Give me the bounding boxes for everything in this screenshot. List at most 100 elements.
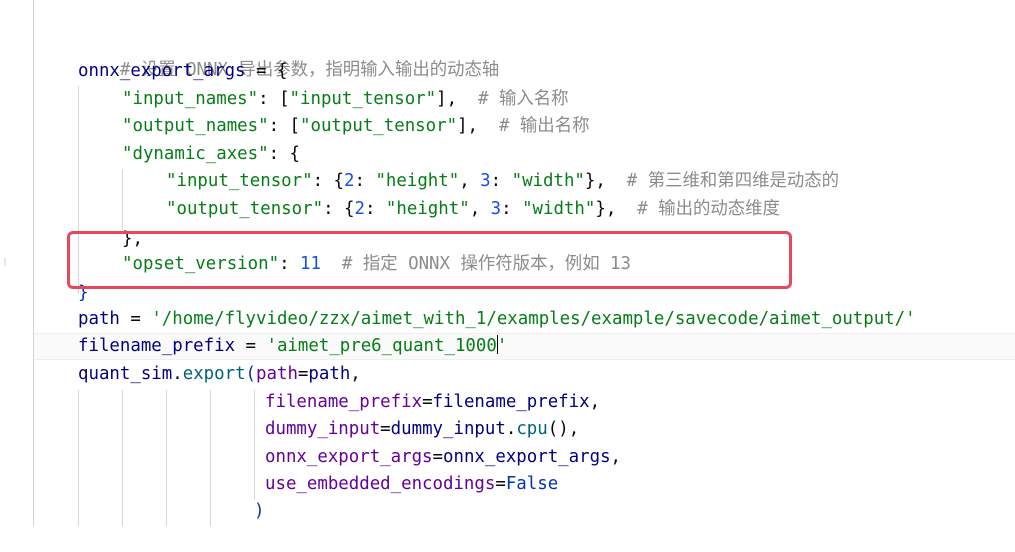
separator: : — [364, 199, 386, 219]
code-line-14[interactable]: filename_prefix=filename_prefix, — [265, 389, 600, 416]
param-name: filename_prefix — [265, 392, 423, 412]
editor-bottom-margin — [0, 526, 1015, 552]
variable-name: path — [78, 309, 120, 329]
separator: : — [279, 254, 301, 274]
string-value: '/home/flyvideo/zzx/aimet_with_1/example… — [151, 309, 916, 329]
param-name: dummy_input — [265, 419, 381, 439]
code-line-16[interactable]: onnx_export_args=onnx_export_args, — [265, 444, 621, 471]
comma: , — [350, 364, 361, 384]
indent-guide — [210, 390, 211, 526]
separator: : — [354, 171, 376, 191]
indent-guide — [166, 390, 167, 526]
param-name: onnx_export_args — [265, 447, 433, 467]
string-value: "width" — [522, 199, 596, 219]
open-paren: ( — [245, 364, 257, 384]
separator: : — [501, 199, 523, 219]
argument-value: path — [308, 364, 351, 384]
call-parens: () — [547, 419, 569, 439]
code-line-4[interactable]: "output_names": ["output_tensor"], # 输出名… — [122, 113, 589, 140]
number-literal: 11 — [300, 254, 321, 274]
indent-guide — [78, 390, 79, 526]
code-line-17[interactable]: use_embedded_encodings=False — [265, 471, 558, 498]
fold-edge-mark — [4, 258, 6, 266]
operator: = — [432, 447, 444, 467]
number-literal: 2 — [344, 171, 355, 191]
operator: = { — [245, 61, 288, 81]
closing-brace: } — [78, 283, 89, 303]
separator: ], — [457, 116, 499, 136]
code-line-2[interactable]: onnx_export_args = { — [78, 58, 287, 85]
code-line-8[interactable]: }, — [122, 226, 143, 253]
string-value: "output_tensor" — [300, 116, 458, 136]
keyword-literal: False — [505, 474, 559, 494]
code-line-13[interactable]: quant_sim.export(path=path, — [78, 361, 361, 388]
object-name: quant_sim — [78, 364, 173, 384]
number-literal: 3 — [480, 171, 491, 191]
separator: , — [459, 171, 481, 191]
string-value: "width" — [511, 171, 585, 191]
param-name: path — [256, 364, 298, 384]
comment-text: # 输出名称 — [498, 116, 590, 136]
code-line-9[interactable]: "opset_version": 11 # 指定 ONNX 操作符版本，例如 1… — [122, 251, 631, 278]
code-line-6[interactable]: "input_tensor": {2: "height", 3: "width"… — [166, 168, 839, 195]
comma: , — [589, 392, 601, 412]
operator: = — [495, 474, 506, 494]
comma: , — [610, 447, 622, 467]
method-name: export — [182, 364, 246, 384]
separator: ], — [436, 89, 479, 109]
code-line-18[interactable]: ) — [254, 498, 264, 525]
argument-value: onnx_export_args — [443, 447, 611, 467]
code-line-3[interactable]: "input_names": ["input_tensor"], # 输入名称 — [122, 86, 569, 113]
comma: , — [568, 419, 580, 439]
operator: = — [380, 419, 391, 439]
string-value: "input_tensor" — [289, 89, 437, 109]
comment-text: # 输出的动态维度 — [637, 199, 780, 219]
string-value: "height" — [375, 171, 460, 191]
number-literal: 3 — [490, 199, 502, 219]
dict-key: "input_names" — [122, 89, 259, 109]
separator: }, — [584, 171, 627, 191]
code-line-1[interactable]: # 设置 ONNX 导出参数，指明输入输出的动态轴 — [78, 30, 499, 80]
code-line-12[interactable]: filename_prefix = 'aimet_pre6_quant_1000… — [78, 333, 507, 360]
dot: . — [172, 364, 183, 384]
code-editor[interactable]: # 设置 ONNX 导出参数，指明输入输出的动态轴 onnx_export_ar… — [0, 0, 1015, 552]
code-line-7[interactable]: "output_tensor": {2: "height", 3: "width… — [166, 196, 780, 223]
dict-key: "output_names" — [122, 116, 269, 136]
code-line-10[interactable]: } — [78, 280, 88, 307]
comment-text: # 指定 ONNX 操作符版本，例如 13 — [341, 254, 631, 274]
operator: = — [235, 336, 267, 356]
gutter-divider — [33, 0, 34, 526]
code-line-15[interactable]: dummy_input=dummy_input.cpu(), — [265, 416, 579, 443]
separator: : — [490, 171, 512, 191]
closing-paren: ) — [254, 501, 265, 521]
string-quote: ' — [496, 336, 508, 356]
separator: }, — [595, 199, 638, 219]
param-name: use_embedded_encodings — [265, 474, 496, 494]
dict-key: "dynamic_axes" — [122, 144, 269, 164]
separator: : [ — [258, 89, 290, 109]
code-line-11[interactable]: path = '/home/flyvideo/zzx/aimet_with_1/… — [78, 306, 916, 333]
indent-guide — [122, 169, 123, 230]
dict-key: "output_tensor" — [166, 199, 324, 219]
comment-text: # 输入名称 — [478, 89, 569, 109]
variable-name: onnx_export_args — [78, 61, 246, 81]
operator: = — [297, 364, 309, 384]
dict-key: "opset_version" — [122, 254, 280, 274]
operator: = — [119, 309, 152, 329]
separator: : [ — [268, 116, 301, 136]
argument-value: filename_prefix — [432, 392, 590, 412]
indent-guide — [122, 390, 123, 526]
dict-key: "input_tensor" — [166, 171, 313, 191]
separator — [321, 254, 342, 274]
string-value: 'aimet_pre6_quant_1000 — [266, 336, 497, 356]
separator: : { — [312, 171, 345, 191]
method-name: cpu — [516, 419, 548, 439]
code-line-5[interactable]: "dynamic_axes": { — [122, 141, 300, 168]
closing-brace: }, — [122, 229, 143, 249]
number-literal: 2 — [354, 199, 365, 219]
string-value: "height" — [385, 199, 470, 219]
indent-guide — [254, 390, 255, 500]
comment-text: # 第三维和第四维是动态的 — [626, 171, 840, 191]
separator: , — [469, 199, 491, 219]
separator: : { — [323, 199, 355, 219]
